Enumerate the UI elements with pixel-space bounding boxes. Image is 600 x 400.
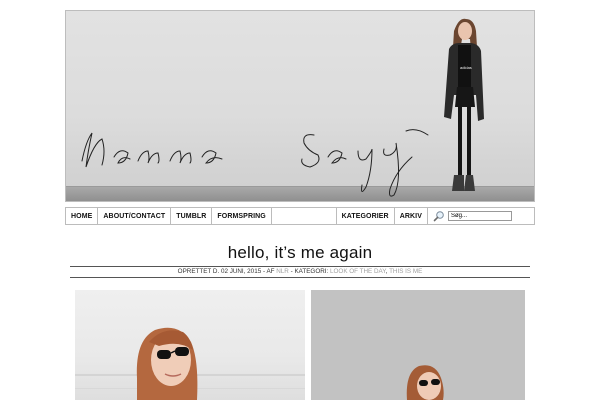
search-input[interactable] (448, 211, 512, 221)
nav-formspring[interactable]: FORMSPRING (212, 208, 272, 224)
blog-title-script (81, 129, 429, 197)
svg-text:adidas: adidas (460, 65, 472, 70)
nav-arkiv[interactable]: ARKIV (395, 208, 428, 224)
nav-kategorier[interactable]: KATEGORIER (335, 208, 395, 224)
nav-about-contact[interactable]: ABOUT/CONTACT (98, 208, 172, 224)
post-photo-2 (311, 290, 525, 400)
header-illustration: adidas (81, 18, 484, 197)
meta-category-link-1[interactable]: LOOK OF THE DAY (330, 268, 386, 275)
header-banner[interactable]: adidas (65, 10, 535, 202)
photo-2-illustration (311, 290, 525, 400)
meta-author-link[interactable]: NLR (276, 268, 289, 275)
post-photo-1 (75, 290, 305, 400)
meta-created: OPRETTET D. 02 JUNI, 2015 - AF (177, 268, 277, 275)
nav-tumblr[interactable]: TUMBLR (171, 208, 213, 224)
post-meta: OPRETTET D. 02 JUNI, 2015 - AF NLR - KAT… (70, 266, 530, 278)
meta-category-label: - KATEGORI: (288, 268, 331, 275)
main-nav: HOME ABOUT/CONTACT TUMBLR FORMSPRING KAT… (65, 207, 535, 225)
meta-category-link-2[interactable]: THIS IS ME (389, 268, 422, 275)
photo-1-illustration (75, 327, 305, 400)
nav-home[interactable]: HOME (66, 208, 99, 224)
post-title[interactable]: hello, it’s me again (0, 243, 600, 263)
search-box (448, 208, 534, 224)
standing-woman-figure: adidas (444, 18, 484, 191)
search-icon[interactable] (428, 208, 448, 224)
